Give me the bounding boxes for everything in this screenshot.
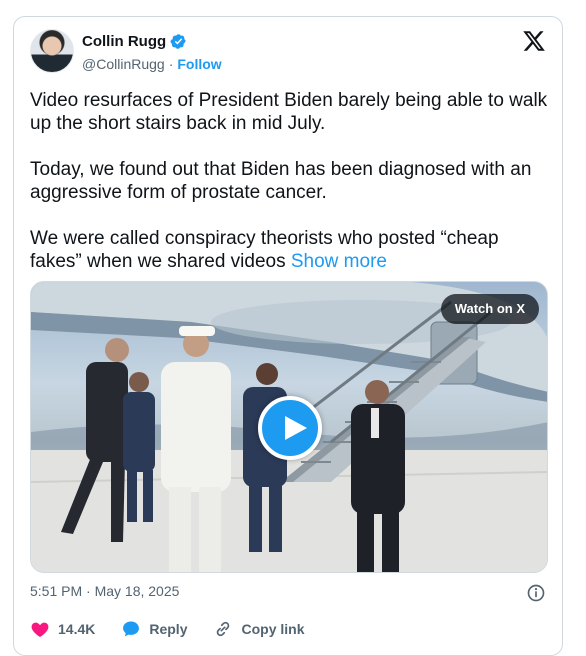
- show-more-link[interactable]: Show more: [291, 251, 387, 272]
- author-name[interactable]: Collin Rugg: [82, 33, 166, 50]
- x-logo-icon[interactable]: [522, 29, 546, 53]
- verified-badge-icon: [170, 34, 186, 49]
- post-paragraph: Video resurfaces of President Biden bare…: [30, 90, 548, 134]
- embedded-post-card: Collin Rugg @CollinRugg · Follow Video r…: [13, 16, 563, 656]
- avatar[interactable]: [30, 29, 74, 73]
- author-handle-row: @CollinRugg · Follow: [82, 56, 222, 72]
- like-button[interactable]: 14.4K: [30, 619, 95, 639]
- video-media[interactable]: Watch on X: [30, 281, 548, 573]
- timestamp-row: 5:51 PM · May 18, 2025: [30, 583, 546, 603]
- post-paragraph-text: Today, we found out that Biden has been …: [30, 159, 532, 203]
- author-handle[interactable]: @CollinRugg: [82, 56, 165, 72]
- post-paragraph: Today, we found out that Biden has been …: [30, 158, 550, 204]
- watch-on-x-button[interactable]: Watch on X: [440, 294, 539, 324]
- follow-button[interactable]: Follow: [177, 56, 221, 72]
- copy-link-label: Copy link: [241, 621, 305, 637]
- reply-bubble-icon: [123, 621, 140, 637]
- post-paragraph-text: We were called conspiracy theorists who …: [30, 228, 499, 272]
- reply-label: Reply: [149, 621, 188, 637]
- info-icon[interactable]: [526, 583, 546, 603]
- reply-button[interactable]: Reply: [121, 619, 187, 639]
- post-timestamp[interactable]: 5:51 PM · May 18, 2025: [30, 583, 179, 599]
- post-actions: 14.4K Reply Copy link: [30, 617, 546, 641]
- separator-dot: ·: [168, 56, 174, 72]
- heart-icon: [31, 622, 49, 637]
- copy-link-button[interactable]: Copy link: [213, 619, 305, 639]
- post-header: Collin Rugg @CollinRugg · Follow: [30, 29, 546, 77]
- post-text: Video resurfaces of President Biden bare…: [30, 89, 550, 273]
- link-icon: [217, 621, 230, 637]
- play-icon[interactable]: [258, 396, 322, 460]
- like-count: 14.4K: [58, 621, 96, 637]
- author-name-row: Collin Rugg: [82, 33, 187, 50]
- post-paragraph: We were called conspiracy theorists who …: [30, 227, 550, 273]
